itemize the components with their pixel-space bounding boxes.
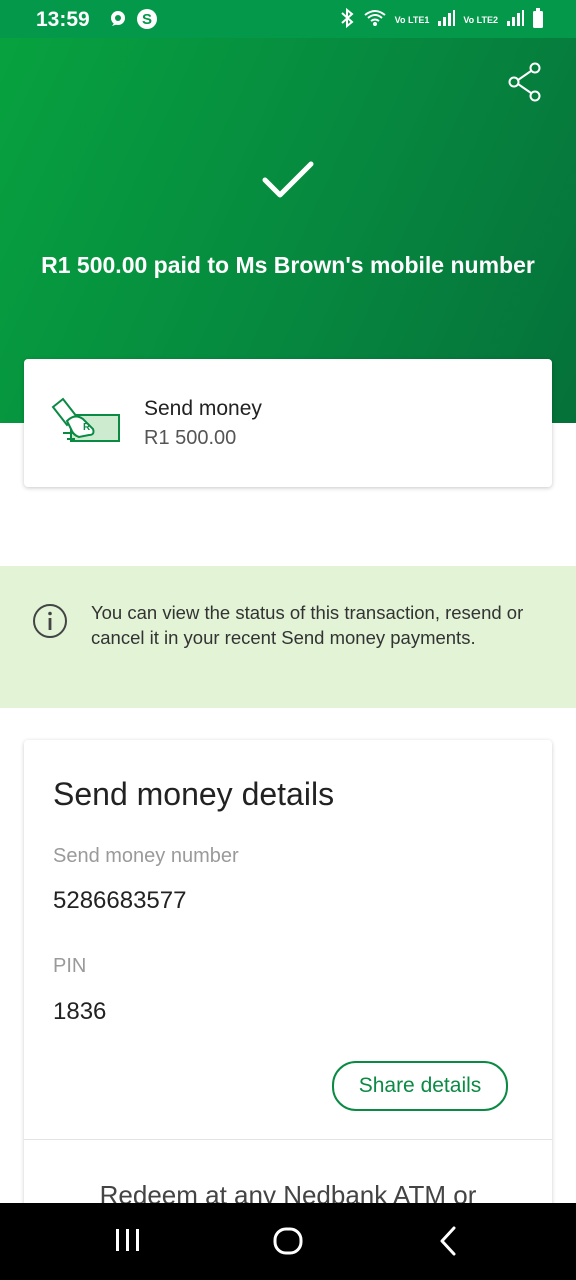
svg-text:S: S — [142, 11, 152, 28]
payment-confirmation-title: R1 500.00 paid to Ms Brown's mobile numb… — [41, 252, 535, 278]
chat-icon — [108, 9, 128, 29]
summary-amount: R1 500.00 — [144, 427, 237, 449]
details-title: Send money details — [53, 776, 335, 812]
pin-label: PIN — [53, 955, 87, 977]
checkmark-icon — [262, 160, 314, 205]
notification-icons: S — [108, 8, 158, 30]
recents-icon[interactable] — [114, 1225, 142, 1260]
share-details-button[interactable]: Share details — [332, 1061, 508, 1111]
send-money-details-card: Send money details Send money number 528… — [24, 740, 552, 1260]
system-nav-bar — [0, 1203, 576, 1280]
battery-icon — [532, 7, 544, 34]
dollar-icon: S — [136, 8, 158, 30]
pin-value: 1836 — [53, 998, 107, 1025]
signal-icon — [437, 9, 456, 32]
back-icon[interactable] — [436, 1225, 460, 1262]
send-money-number-value: 5286683577 — [53, 887, 187, 914]
send-money-number-label: Send money number — [53, 845, 239, 867]
sim2-label: Vo LTE2 — [463, 15, 498, 25]
home-icon[interactable] — [272, 1225, 304, 1262]
info-text: You can view the status of this transact… — [91, 602, 524, 648]
sim1-label: Vo LTE1 — [394, 15, 430, 25]
system-icons: Vo LTE1 Vo LTE2 — [339, 7, 544, 34]
wifi-icon — [363, 8, 387, 33]
divider — [24, 1139, 552, 1140]
info-banner: You can view the status of this transact… — [0, 566, 576, 708]
summary-label: Send money — [144, 397, 262, 420]
status-time: 13:59 — [36, 8, 90, 31]
status-bar: 13:59 S Vo LTE1 Vo LTE2 — [0, 0, 576, 38]
info-icon — [32, 603, 68, 644]
send-money-summary-card: R Send money R1 500.00 — [24, 359, 552, 487]
send-money-icon: R — [49, 397, 121, 454]
share-icon[interactable] — [508, 62, 542, 107]
signal-icon — [506, 9, 524, 32]
svg-text:R: R — [83, 422, 91, 433]
bluetooth-icon — [339, 7, 355, 34]
